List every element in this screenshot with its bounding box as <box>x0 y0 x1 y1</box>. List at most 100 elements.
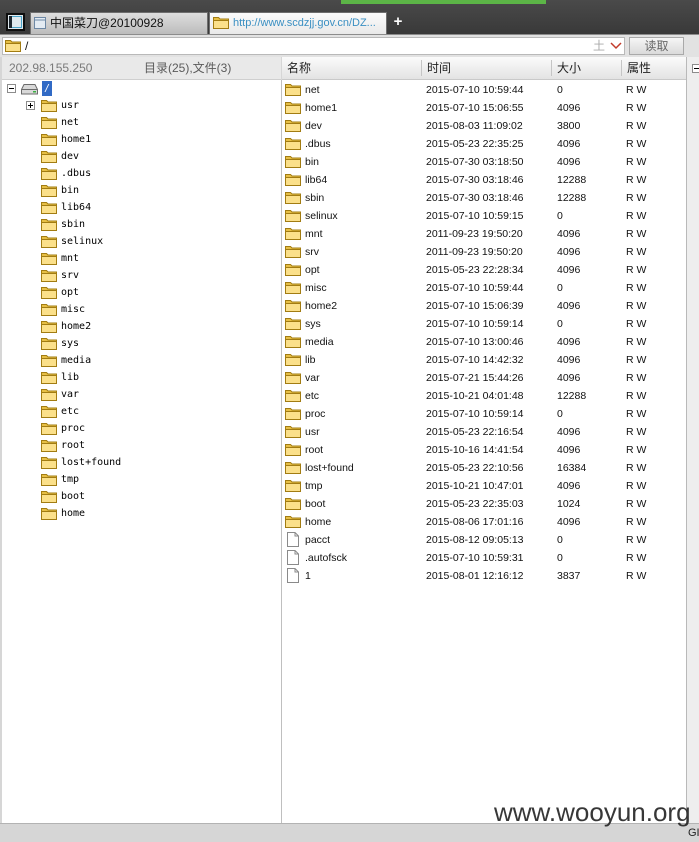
column-header-name[interactable]: 名称 <box>287 57 311 79</box>
file-row[interactable]: selinux 2015-07-10 10:59:15 0 R W <box>282 207 686 225</box>
tree-node[interactable]: home <box>2 505 281 522</box>
read-button[interactable]: 读取 <box>629 37 684 55</box>
column-separator[interactable] <box>421 60 422 76</box>
tree-node-label[interactable]: home <box>61 505 85 522</box>
tree-node[interactable]: etc <box>2 403 281 420</box>
file-row[interactable]: sys 2015-07-10 10:59:14 0 R W <box>282 315 686 333</box>
file-row[interactable]: lib64 2015-07-30 03:18:46 12288 R W <box>282 171 686 189</box>
tree-node-label[interactable]: net <box>61 114 79 131</box>
tree-node[interactable]: lib <box>2 369 281 386</box>
column-separator[interactable] <box>621 60 622 76</box>
sidebar-toggle-icon[interactable] <box>6 13 25 31</box>
file-row[interactable]: .autofsck 2015-07-10 10:59:31 0 R W <box>282 549 686 567</box>
tree-node-label[interactable]: home2 <box>61 318 91 335</box>
tree-node[interactable]: lib64 <box>2 199 281 216</box>
tree-node[interactable]: proc <box>2 420 281 437</box>
tree-node-label[interactable]: / <box>42 81 53 96</box>
tree-node[interactable]: misc <box>2 301 281 318</box>
tree-node[interactable]: selinux <box>2 233 281 250</box>
tree-node-label[interactable]: mnt <box>61 250 79 267</box>
file-row[interactable]: etc 2015-10-21 04:01:48 12288 R W <box>282 387 686 405</box>
file-row[interactable]: media 2015-07-10 13:00:46 4096 R W <box>282 333 686 351</box>
tree-node[interactable]: .dbus <box>2 165 281 182</box>
file-row[interactable]: boot 2015-05-23 22:35:03 1024 R W <box>282 495 686 513</box>
file-row[interactable]: bin 2015-07-30 03:18:50 4096 R W <box>282 153 686 171</box>
column-header-size[interactable]: 大小 <box>557 57 581 79</box>
file-row[interactable]: dev 2015-08-03 11:09:02 3800 R W <box>282 117 686 135</box>
tree-node-label[interactable]: lib64 <box>61 199 91 216</box>
file-row[interactable]: usr 2015-05-23 22:16:54 4096 R W <box>282 423 686 441</box>
tree-node-label[interactable]: srv <box>61 267 79 284</box>
tree-node-label[interactable]: lost+found <box>61 454 121 471</box>
file-row[interactable]: 1 2015-08-01 12:16:12 3837 R W <box>282 567 686 585</box>
tree-node-label[interactable]: usr <box>61 97 79 114</box>
tree-node-label[interactable]: selinux <box>61 233 103 250</box>
tree-node-label[interactable]: opt <box>61 284 79 301</box>
tab-site-files[interactable]: http://www.scdzjj.gov.cn/DZ... <box>209 12 387 34</box>
tree-node-label[interactable]: var <box>61 386 79 403</box>
tree-node[interactable]: usr <box>2 97 281 114</box>
file-row[interactable]: pacct 2015-08-12 09:05:13 0 R W <box>282 531 686 549</box>
file-row[interactable]: home1 2015-07-10 15:06:55 4096 R W <box>282 99 686 117</box>
file-row[interactable]: root 2015-10-16 14:41:54 4096 R W <box>282 441 686 459</box>
tree-node[interactable]: sys <box>2 335 281 352</box>
file-row[interactable]: var 2015-07-21 15:44:26 4096 R W <box>282 369 686 387</box>
tree-node[interactable]: srv <box>2 267 281 284</box>
file-row[interactable]: srv 2011-09-23 19:50:20 4096 R W <box>282 243 686 261</box>
path-input[interactable]: / 土 <box>2 37 625 55</box>
tree-node[interactable]: home2 <box>2 318 281 335</box>
file-row[interactable]: misc 2015-07-10 10:59:44 0 R W <box>282 279 686 297</box>
tree-node-label[interactable]: sys <box>61 335 79 352</box>
chevron-down-icon[interactable] <box>610 42 622 50</box>
tree-node[interactable]: dev <box>2 148 281 165</box>
file-name: net <box>305 84 320 96</box>
tree-node-label[interactable]: misc <box>61 301 85 318</box>
tree-node-label[interactable]: media <box>61 352 91 369</box>
tree-node-label[interactable]: dev <box>61 148 79 165</box>
path-extra-glyph[interactable]: 土 <box>593 38 605 54</box>
plus-box-icon[interactable] <box>26 101 35 110</box>
tree-node-label[interactable]: root <box>61 437 85 454</box>
file-row[interactable]: proc 2015-07-10 10:59:14 0 R W <box>282 405 686 423</box>
column-header-attr[interactable]: 属性 <box>627 57 651 79</box>
tree-node[interactable]: media <box>2 352 281 369</box>
file-row[interactable]: lost+found 2015-05-23 22:10:56 16384 R W <box>282 459 686 477</box>
tree-node[interactable]: bin <box>2 182 281 199</box>
column-separator[interactable] <box>551 60 552 76</box>
file-row[interactable]: sbin 2015-07-30 03:18:46 12288 R W <box>282 189 686 207</box>
tree-node[interactable]: home1 <box>2 131 281 148</box>
minus-box-icon[interactable] <box>7 84 16 93</box>
file-row[interactable]: mnt 2011-09-23 19:50:20 4096 R W <box>282 225 686 243</box>
tree-node-label[interactable]: tmp <box>61 471 79 488</box>
tree-node[interactable]: var <box>2 386 281 403</box>
file-row[interactable]: home2 2015-07-10 15:06:39 4096 R W <box>282 297 686 315</box>
tree-node[interactable]: tmp <box>2 471 281 488</box>
column-header-time[interactable]: 时间 <box>427 57 451 79</box>
tree-node[interactable]: boot <box>2 488 281 505</box>
tree-node-label[interactable]: etc <box>61 403 79 420</box>
tree-node[interactable]: net <box>2 114 281 131</box>
tree-node-label[interactable]: home1 <box>61 131 91 148</box>
tree-node-label[interactable]: boot <box>61 488 85 505</box>
tree-node[interactable]: opt <box>2 284 281 301</box>
file-row[interactable]: .dbus 2015-05-23 22:35:25 4096 R W <box>282 135 686 153</box>
tree-node-label[interactable]: proc <box>61 420 85 437</box>
tree-node[interactable]: root <box>2 437 281 454</box>
tree-node[interactable]: lost+found <box>2 454 281 471</box>
tree-node-label[interactable]: .dbus <box>61 165 91 182</box>
new-tab-button[interactable]: + <box>391 13 405 31</box>
tree-root[interactable]: / <box>2 80 281 97</box>
tree-node-label[interactable]: lib <box>61 369 79 386</box>
tree-node-label[interactable]: bin <box>61 182 79 199</box>
file-row[interactable]: net 2015-07-10 10:59:44 0 R W <box>282 81 686 99</box>
file-row[interactable]: opt 2015-05-23 22:28:34 4096 R W <box>282 261 686 279</box>
file-row[interactable]: lib 2015-07-10 14:42:32 4096 R W <box>282 351 686 369</box>
path-value[interactable]: / <box>25 38 28 54</box>
minus-box-icon[interactable] <box>692 64 699 73</box>
tree-node[interactable]: mnt <box>2 250 281 267</box>
file-row[interactable]: home 2015-08-06 17:01:16 4096 R W <box>282 513 686 531</box>
tab-main[interactable]: 中国菜刀@20100928 <box>30 12 208 34</box>
tree-node[interactable]: sbin <box>2 216 281 233</box>
tree-node-label[interactable]: sbin <box>61 216 85 233</box>
file-row[interactable]: tmp 2015-10-21 10:47:01 4096 R W <box>282 477 686 495</box>
